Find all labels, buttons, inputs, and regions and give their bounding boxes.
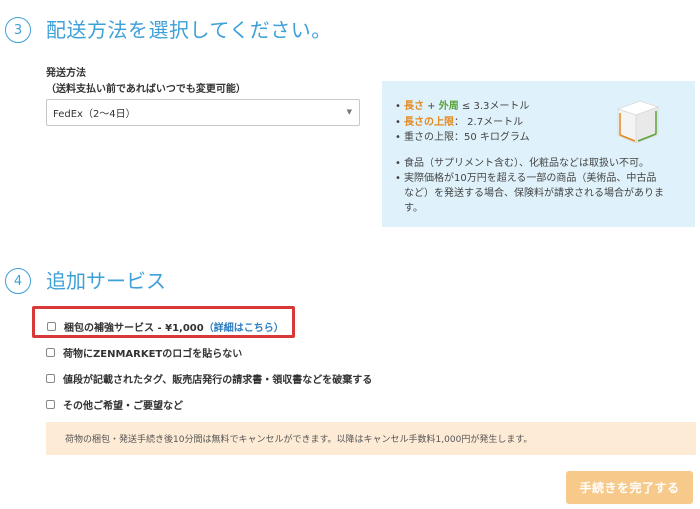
cancellation-notice: 荷物の梱包・発送手続き後10分間は無料でキャンセルができます。以降はキャンセル手… [46,422,696,455]
chevron-down-icon: ▼ [346,108,352,116]
complete-procedure-button[interactable]: 手続きを完了する [566,471,693,504]
step-number-badge: 3 [5,17,31,43]
size-limit-value: ≤ 3.3メートル [458,101,530,112]
shipping-method-label-text: 発送方法 [46,68,86,79]
shipping-method-sublabel: （送料支払い前であればいつでも変更可能） [46,84,246,95]
package-dimensions-icon [616,100,660,144]
max-weight-text: 重さの上限：50 キログラム [404,132,530,143]
step-number: 3 [13,22,23,38]
shipping-method-select[interactable]: FedEx（2〜4日） ▼ [46,99,360,126]
checkbox[interactable] [47,322,56,331]
service-other-requests[interactable]: その他ご希望・ご要望など [46,397,183,412]
section-title-shipping-method: 配送方法を選択してください。 [46,18,332,42]
service-label: 荷物にZENMARKETのロゴを貼らない [63,349,243,360]
shipping-info-panel: 長さ + 外周 ≤ 3.3メートル 長さの上限： 2.7メートル 重さの上限：5… [382,81,695,227]
plus-sign: + [424,101,439,112]
length-label: 長さ [404,101,424,112]
details-link-paren: ） [273,323,284,334]
shipping-method-selected-value: FedEx（2〜4日） [53,109,136,120]
details-link[interactable]: 詳細はこちら [214,319,274,334]
list-item: 食品（サプリメント含む）、化粧品などは取扱い不可。 [394,156,664,171]
shipping-notes-list: 食品（サプリメント含む）、化粧品などは取扱い不可。 実際価格が10万円を超える一… [394,156,664,216]
service-packing-reinforcement[interactable]: 梱包の補強サービス - ¥1,000 （詳細はこちら） [47,319,284,334]
details-link-paren: （ [203,323,214,334]
section-title-additional-services: 追加サービス [46,269,166,293]
service-no-logo[interactable]: 荷物にZENMARKETのロゴを貼らない [46,345,242,360]
max-length-value: ： 2.7メートル [454,116,524,128]
girth-label: 外周 [438,101,459,112]
service-label: 値段が記載されたタグ、販売店発行の請求書・領収書などを破棄する [63,375,373,386]
list-item: 実際価格が10万円を超える一部の商品（美術品、中古品など）を発送する場合、保険料… [394,171,664,216]
shipping-method-label: 発送方法 （送料支払い前であればいつでも変更可能） [46,66,246,98]
checkbox[interactable] [46,400,55,409]
checkbox[interactable] [46,374,55,383]
max-length-label: 長さの上限 [404,116,454,128]
step-number-badge: 4 [5,268,31,294]
cancellation-notice-text: 荷物の梱包・発送手続き後10分間は無料でキャンセルができます。以降はキャンセル手… [65,435,533,445]
step-number: 4 [13,273,23,289]
service-label: 梱包の補強サービス - ¥1,000 [64,323,204,334]
service-label: その他ご希望・ご要望など [63,401,183,412]
service-discard-tags[interactable]: 値段が記載されたタグ、販売店発行の請求書・領収書などを破棄する [46,371,372,386]
checkbox[interactable] [46,348,55,357]
